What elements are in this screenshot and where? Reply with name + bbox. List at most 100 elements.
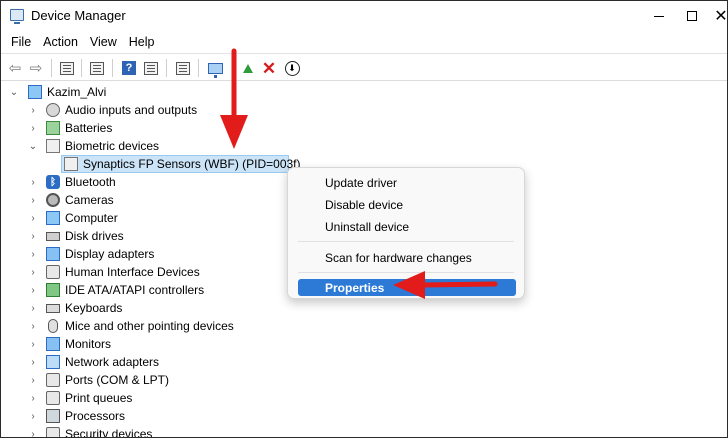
tree-item-print-queues[interactable]: › Print queues <box>1 389 301 407</box>
chevron-right-icon[interactable]: › <box>28 393 38 404</box>
chevron-right-icon[interactable]: › <box>28 231 38 242</box>
menu-view[interactable]: View <box>84 31 123 53</box>
menu-scan-hardware[interactable]: Scan for hardware changes <box>288 247 524 267</box>
fingerprint-icon <box>64 157 78 171</box>
tree-item-label: Security devices <box>65 427 153 438</box>
tree-item-label: Processors <box>65 409 126 423</box>
tree-item-batteries[interactable]: › Batteries <box>1 119 301 137</box>
chevron-right-icon[interactable]: › <box>28 339 38 350</box>
tree-item-security[interactable]: › Security devices <box>1 425 301 438</box>
back-arrow-icon: ⇦ <box>8 59 22 77</box>
action-pane-icon <box>144 61 158 75</box>
chevron-right-icon[interactable]: › <box>28 285 38 296</box>
show-hide-console-tree-button[interactable] <box>58 59 76 77</box>
tree-item-label: IDE ATA/ATAPI controllers <box>65 283 205 297</box>
security-icon <box>46 427 60 437</box>
tree-item-monitors[interactable]: › Monitors <box>1 335 301 353</box>
printer-icon <box>46 391 60 405</box>
help-toolbar-button[interactable]: ? <box>120 59 138 77</box>
processor-icon <box>46 409 60 423</box>
chevron-right-icon[interactable]: › <box>28 213 38 224</box>
tree-item-display-adapters[interactable]: › Display adapters <box>1 245 301 263</box>
window-title: Device Manager <box>31 8 126 23</box>
menu-item-label: Properties <box>325 281 385 295</box>
annotation-arrow-left-icon <box>393 271 498 299</box>
chevron-right-icon[interactable]: › <box>28 375 38 386</box>
tree-item-label: Synaptics FP Sensors (WBF) (PID=003f) <box>83 157 301 171</box>
menu-item-label: Uninstall device <box>325 220 410 234</box>
tree-item-label: Display adapters <box>65 247 155 261</box>
tree-item-label: Ports (COM & LPT) <box>65 373 170 387</box>
tree-item-biometric[interactable]: ⌄ Biometric devices <box>1 137 301 155</box>
print-icon <box>176 61 190 75</box>
computer-root-icon <box>28 85 42 99</box>
tree-item-label: Computer <box>65 211 118 225</box>
properties-icon <box>90 61 104 75</box>
tree-item-bluetooth[interactable]: › ᛒ Bluetooth <box>1 173 301 191</box>
tree-item-computer[interactable]: › Computer <box>1 209 301 227</box>
chevron-right-icon[interactable]: › <box>28 411 38 422</box>
menu-disable-device[interactable]: Disable device <box>288 194 524 214</box>
action-pane-button[interactable] <box>142 59 160 77</box>
toolbar-divider <box>112 59 113 77</box>
tree-root[interactable]: ⌄ Kazim_Alvi <box>1 83 301 101</box>
chevron-right-icon[interactable]: › <box>28 177 38 188</box>
print-button[interactable] <box>174 59 192 77</box>
tree-item-keyboards[interactable]: › Keyboards <box>1 299 301 317</box>
tree-item-label: Keyboards <box>65 301 123 315</box>
tree-item-label: Monitors <box>65 337 112 351</box>
properties-toolbar-button[interactable] <box>88 59 106 77</box>
tree-item-ide[interactable]: › IDE ATA/ATAPI controllers <box>1 281 301 299</box>
device-manager-app-icon <box>10 9 24 24</box>
device-manager-window: Device Manager ✕ File Action View Help ⇦… <box>0 0 728 438</box>
menu-update-driver[interactable]: Update driver <box>288 172 524 192</box>
back-button[interactable]: ⇦ <box>6 59 24 77</box>
menu-action[interactable]: Action <box>37 31 84 53</box>
uninstall-x-icon: ✕ <box>261 58 277 78</box>
keyboard-icon <box>46 304 60 313</box>
menu-separator <box>298 241 514 242</box>
bluetooth-icon: ᛒ <box>46 175 60 189</box>
menu-item-label: Update driver <box>325 176 398 190</box>
close-button[interactable]: ✕ <box>698 1 727 31</box>
toolbar-divider <box>166 59 167 77</box>
tree-item-network[interactable]: › Network adapters <box>1 353 301 371</box>
tree-item-label: Disk drives <box>65 229 124 243</box>
enable-device-button[interactable]: ⬇ <box>283 59 301 77</box>
chevron-down-icon[interactable]: ⌄ <box>28 141 38 152</box>
tree-item-label: Human Interface Devices <box>65 265 200 279</box>
tree-item-label: Bluetooth <box>65 175 116 189</box>
chevron-right-icon[interactable]: › <box>28 267 38 278</box>
chevron-right-icon[interactable]: › <box>28 123 38 134</box>
tree-item-audio[interactable]: › Audio inputs and outputs <box>1 101 301 119</box>
chevron-right-icon[interactable]: › <box>28 249 38 260</box>
tree-item-disk-drives[interactable]: › Disk drives <box>1 227 301 245</box>
tree-item-cameras[interactable]: › Cameras <box>1 191 301 209</box>
tree-item-hid[interactable]: › Human Interface Devices <box>1 263 301 281</box>
tree-item-ports[interactable]: › Ports (COM & LPT) <box>1 371 301 389</box>
minimize-icon <box>654 15 664 17</box>
tree-item-label: Mice and other pointing devices <box>65 319 234 333</box>
chevron-right-icon[interactable]: › <box>28 429 38 438</box>
tree-item-label: Batteries <box>65 121 113 135</box>
menu-file[interactable]: File <box>5 31 37 53</box>
download-circle-icon: ⬇ <box>284 60 300 76</box>
port-icon <box>46 373 60 387</box>
tree-item-synaptics-fp-sensor[interactable]: Synaptics FP Sensors (WBF) (PID=003f) <box>61 155 301 173</box>
tree-item-mice[interactable]: › Mice and other pointing devices <box>1 317 301 335</box>
menu-uninstall-device[interactable]: Uninstall device <box>288 216 524 236</box>
chevron-down-icon[interactable]: ⌄ <box>9 87 19 98</box>
forward-button[interactable]: ⇨ <box>27 59 45 77</box>
annotation-arrow-down-icon <box>220 48 248 149</box>
chevron-right-icon[interactable]: › <box>28 195 38 206</box>
chevron-right-icon[interactable]: › <box>28 105 38 116</box>
menu-item-label: Disable device <box>325 198 404 212</box>
uninstall-button[interactable]: ✕ <box>260 59 278 77</box>
chevron-right-icon[interactable]: › <box>28 303 38 314</box>
tree-item-label: Biometric devices <box>65 139 160 153</box>
tree-item-processors[interactable]: › Processors <box>1 407 301 425</box>
menu-bar: File Action View Help <box>1 31 727 53</box>
menu-help[interactable]: Help <box>123 31 161 53</box>
chevron-right-icon[interactable]: › <box>28 321 38 332</box>
chevron-right-icon[interactable]: › <box>28 357 38 368</box>
